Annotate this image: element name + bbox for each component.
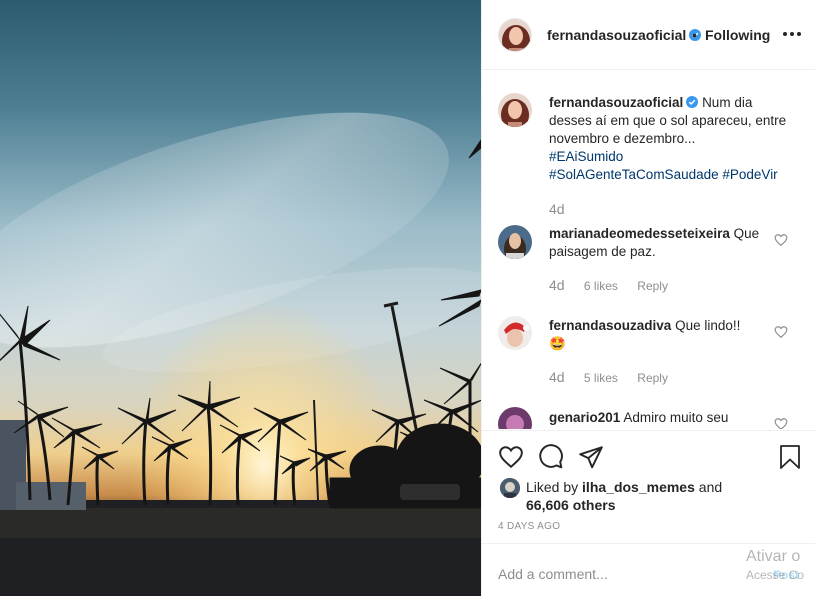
reply-button[interactable]: Reply xyxy=(637,371,668,385)
comment-likes[interactable]: 6 likes xyxy=(584,279,618,293)
caption-avatar[interactable] xyxy=(498,93,532,127)
comment-body: Admiro muito seu xyxy=(623,410,729,425)
author-username[interactable]: fernandasouzaoficial xyxy=(547,27,702,43)
comment-age: 4d xyxy=(549,369,565,385)
comment-text: marianadeomedesseteixeira Que paisagem d… xyxy=(549,225,789,261)
heart-icon[interactable] xyxy=(774,233,788,247)
post-comment-button[interactable]: Post xyxy=(773,568,799,582)
following-button[interactable]: Following xyxy=(705,27,770,43)
author-avatar[interactable] xyxy=(498,18,532,52)
liker-username[interactable]: ilha_dos_memes xyxy=(582,479,695,495)
heart-icon[interactable] xyxy=(498,444,524,470)
verified-badge-icon xyxy=(686,96,699,108)
comment-meta: 4d 5 likes Reply xyxy=(549,369,684,385)
post-photo[interactable] xyxy=(0,0,481,596)
liker-avatar[interactable] xyxy=(500,478,520,498)
liked-by-label: Liked by xyxy=(526,479,579,495)
comment-icon[interactable] xyxy=(538,444,564,470)
comment-username[interactable]: genario201 xyxy=(549,410,620,425)
comment-likes[interactable]: 5 likes xyxy=(584,371,618,385)
post-timestamp[interactable]: 4 DAYS AGO xyxy=(498,521,560,532)
caption-meta: 4d xyxy=(549,201,581,217)
comment-username[interactable]: marianadeomedesseteixeira xyxy=(549,226,730,241)
action-bar xyxy=(482,430,815,480)
hashtag-link[interactable]: #PodeVir xyxy=(722,167,777,182)
hashtag-link[interactable]: #EAiSumido xyxy=(549,149,623,164)
caption-text: fernandasouzaoficial Num dia desses aí e… xyxy=(549,94,789,184)
caption-age: 4d xyxy=(549,201,565,217)
comment-age: 4d xyxy=(549,277,565,293)
caption-username[interactable]: fernandasouzaoficial xyxy=(549,95,683,110)
heart-icon[interactable] xyxy=(774,417,788,429)
reply-button[interactable]: Reply xyxy=(637,279,668,293)
commenter-avatar[interactable] xyxy=(498,407,532,429)
comment-username[interactable]: fernandasouzadiva xyxy=(549,318,671,333)
commenter-avatar[interactable] xyxy=(498,316,532,350)
comments-list[interactable]: fernandasouzaoficial Num dia desses aí e… xyxy=(482,71,815,429)
comment-meta: 4d 6 likes Reply xyxy=(549,277,684,293)
add-comment-input[interactable]: Add a comment... xyxy=(498,566,608,582)
and-label: and xyxy=(698,479,723,495)
comment-text: genario201 Admiro muito seu xyxy=(549,409,789,427)
heart-icon[interactable] xyxy=(774,325,788,339)
star-struck-emoji: 🤩 xyxy=(549,336,566,351)
comment-text: fernandasouzadiva Que lindo!! 🤩 xyxy=(549,317,789,353)
post-header: fernandasouzaoficial • Following xyxy=(482,0,815,70)
add-comment-bar: Add a comment... Post xyxy=(482,543,815,596)
post-side-panel: fernandasouzaoficial • Following fernand… xyxy=(481,0,815,596)
paper-plane-icon[interactable] xyxy=(578,444,604,470)
commenter-avatar[interactable] xyxy=(498,225,532,259)
separator-dot: • xyxy=(692,27,697,43)
comment-body: Que lindo!! xyxy=(675,318,741,333)
liked-by-line: Liked by ilha_dos_memes and xyxy=(526,478,722,496)
more-options-icon[interactable] xyxy=(782,24,802,44)
likes-count[interactable]: 66,606 others xyxy=(526,496,616,514)
bookmark-icon[interactable] xyxy=(778,444,802,470)
hashtag-link[interactable]: #SolAGenteTaComSaudade xyxy=(549,167,719,182)
